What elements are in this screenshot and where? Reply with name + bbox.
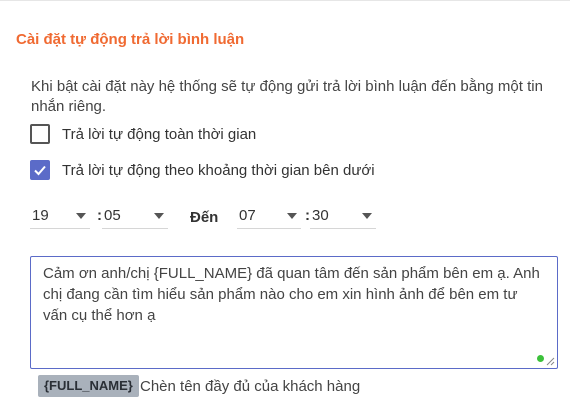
- chevron-down-icon: [154, 213, 164, 219]
- from-minute-select[interactable]: 05: [102, 204, 168, 229]
- to-hour-value: 07: [239, 207, 256, 224]
- chevron-down-icon: [362, 213, 372, 219]
- full-name-variable-tag[interactable]: {FULL_NAME}: [38, 375, 139, 397]
- checkbox-scheduled-reply[interactable]: [30, 160, 50, 180]
- section-title: Cài đặt tự động trả lời bình luận: [16, 31, 245, 48]
- check-icon: [34, 165, 46, 176]
- to-minute-select[interactable]: 30: [310, 204, 376, 229]
- chevron-down-icon: [287, 213, 297, 219]
- option-always-reply-label: Trả lời tự động toàn thời gian: [62, 125, 257, 143]
- resize-handle-icon[interactable]: [545, 356, 555, 366]
- checkbox-always-reply[interactable]: [30, 124, 50, 144]
- chevron-down-icon: [76, 213, 86, 219]
- to-hour-select[interactable]: 07: [237, 204, 301, 229]
- status-dot-icon: [537, 355, 544, 362]
- option-scheduled-reply[interactable]: Trả lời tự động theo khoảng thời gian bê…: [30, 160, 375, 180]
- option-always-reply[interactable]: Trả lời tự động toàn thời gian: [30, 124, 256, 144]
- full-name-variable-description: Chèn tên đầy đủ của khách hàng: [140, 378, 361, 395]
- reply-message-text[interactable]: Cảm ơn anh/chị {FULL_NAME} đã quan tâm đ…: [43, 263, 543, 326]
- option-scheduled-reply-label: Trả lời tự động theo khoảng thời gian bê…: [62, 161, 375, 179]
- to-minute-value: 30: [312, 207, 329, 224]
- from-hour-select[interactable]: 19: [30, 204, 90, 229]
- section-description: Khi bật cài đặt này hệ thống sẽ tự động …: [31, 78, 543, 115]
- from-hour-value: 19: [32, 207, 49, 224]
- to-label: Đến: [190, 209, 219, 226]
- from-minute-value: 05: [104, 207, 121, 224]
- top-divider: [0, 0, 570, 1]
- reply-message-textarea[interactable]: Cảm ơn anh/chị {FULL_NAME} đã quan tâm đ…: [30, 256, 558, 369]
